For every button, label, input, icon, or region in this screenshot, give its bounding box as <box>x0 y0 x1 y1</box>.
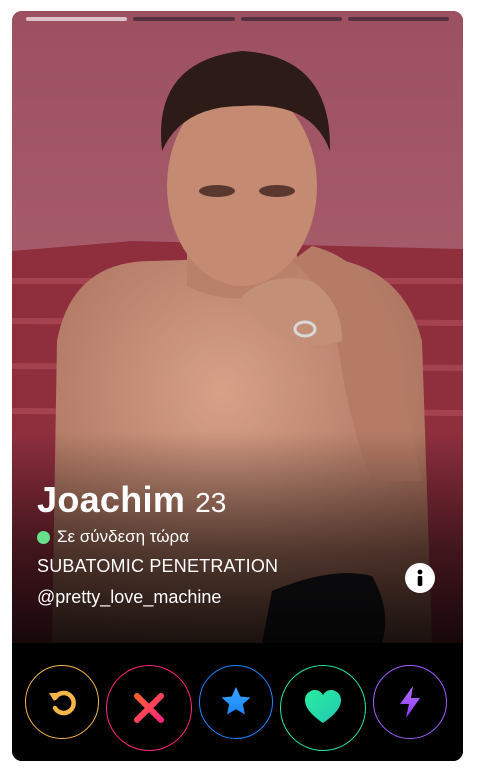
online-dot-icon <box>37 530 50 544</box>
nope-button[interactable] <box>106 665 192 751</box>
profile-card[interactable]: Joachim 23 Σε σύνδεση τώρα SUBATOMIC PEN… <box>12 11 463 761</box>
progress-segment[interactable] <box>347 17 449 21</box>
close-icon <box>134 693 164 723</box>
lightning-icon <box>400 686 420 718</box>
info-icon <box>417 569 423 586</box>
name-age-row: Joachim 23 <box>37 479 278 521</box>
info-button[interactable] <box>405 563 435 593</box>
action-bar <box>12 643 463 761</box>
boost-button[interactable] <box>373 665 447 739</box>
online-status: Σε σύνδεση τώρα <box>37 527 278 547</box>
photo-progress-bar[interactable] <box>26 17 449 21</box>
progress-segment[interactable] <box>133 17 235 21</box>
progress-segment[interactable] <box>26 17 128 21</box>
progress-segment[interactable] <box>240 17 342 21</box>
profile-job: SUBATOMIC PENETRATION <box>37 556 279 576</box>
profile-handle: @pretty_love_machine <box>37 587 222 607</box>
rewind-button[interactable] <box>25 665 99 739</box>
superlike-button[interactable] <box>199 665 273 739</box>
star-icon <box>221 687 251 715</box>
like-button[interactable] <box>280 665 366 751</box>
profile-info: Joachim 23 Σε σύνδεση τώρα SUBATOMIC PEN… <box>37 479 278 608</box>
profile-name: Joachim <box>37 479 186 520</box>
online-status-text: Σε σύνδεση τώρα <box>57 527 190 546</box>
rewind-icon <box>49 690 76 716</box>
heart-icon <box>305 690 341 723</box>
profile-age: 23 <box>195 487 227 518</box>
